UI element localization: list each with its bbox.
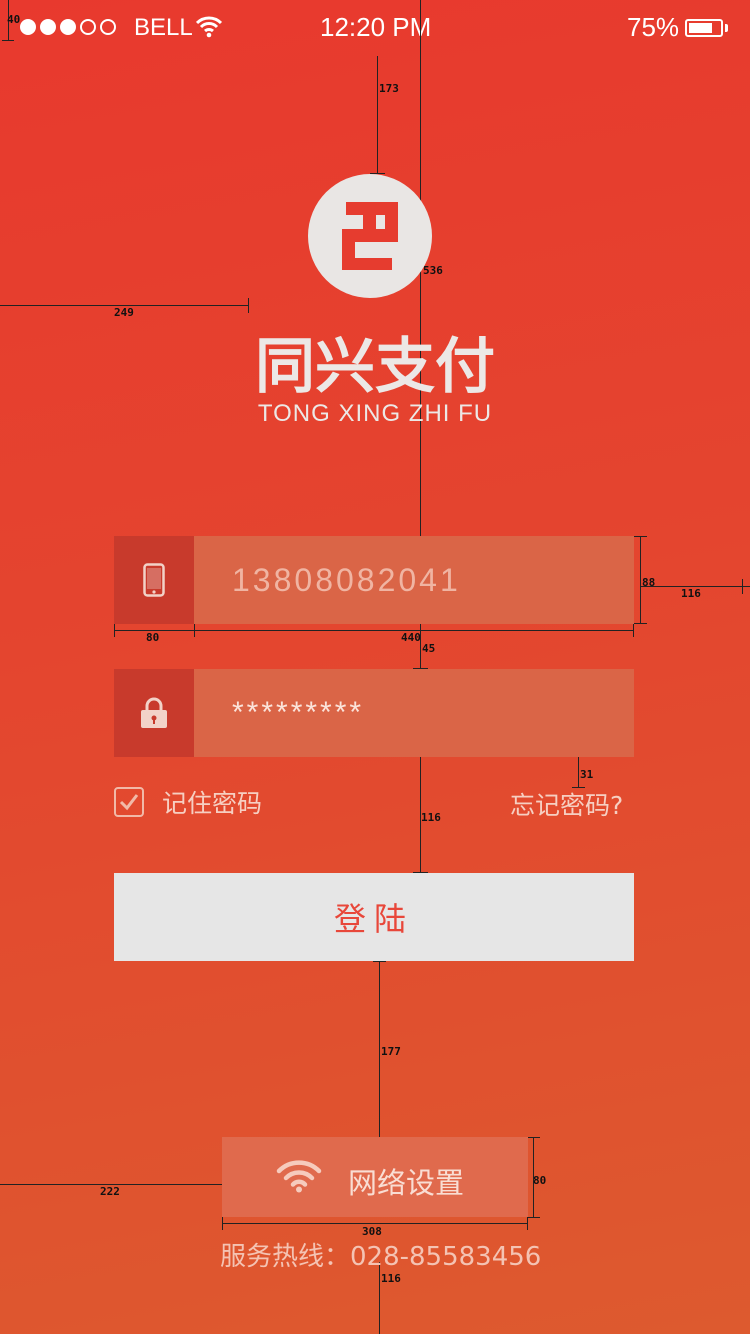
forgot-password-link[interactable]: 忘记密码? — [510, 786, 623, 822]
measure-label: 80 — [533, 1174, 547, 1187]
measure-line — [222, 1223, 528, 1224]
measure-label: 45 — [422, 642, 436, 655]
measure-label: 249 — [114, 306, 134, 319]
measure-line — [114, 630, 634, 631]
measure-line — [527, 1217, 528, 1230]
signal-dot — [80, 19, 96, 35]
signal-strength-indicator — [20, 19, 116, 35]
login-button[interactable]: 登陆 — [114, 873, 634, 961]
battery-fill — [689, 23, 712, 33]
lock-icon — [114, 669, 194, 757]
brand-name-en: TONG XING ZHI FU — [257, 400, 493, 427]
service-hotline: 服务热线：028-85583456 — [220, 1242, 542, 1272]
measure-line — [114, 624, 115, 637]
password-input[interactable] — [232, 669, 622, 757]
measure-label: 116 — [421, 811, 441, 824]
battery-cap — [725, 24, 728, 32]
measure-line — [640, 536, 641, 624]
battery-percentage: 75% — [627, 12, 680, 42]
wifi-icon — [276, 1159, 322, 1197]
phone-field[interactable] — [114, 536, 634, 624]
measure-line — [377, 56, 378, 173]
measure-label: 88 — [642, 576, 656, 589]
remember-checkbox[interactable] — [114, 787, 144, 817]
phone-icon — [114, 536, 194, 624]
wifi-icon — [195, 16, 223, 42]
remember-password-label[interactable]: 记住密码 — [162, 784, 262, 820]
signal-dot — [20, 19, 36, 35]
status-time: 12:20 PM — [320, 12, 432, 42]
measure-line — [248, 298, 249, 313]
brand-name-cn: 同兴支付 — [255, 332, 495, 402]
network-settings-label: 网络设置 — [348, 1166, 465, 1200]
measure-label: 222 — [100, 1185, 120, 1198]
measure-label: 173 — [379, 82, 399, 95]
signal-dot — [100, 19, 116, 35]
measure-line — [578, 757, 579, 788]
brand-logo — [308, 174, 432, 298]
measure-line — [379, 961, 380, 1137]
measure-line — [194, 624, 195, 637]
measure-line — [222, 1217, 223, 1230]
password-field[interactable] — [114, 669, 634, 757]
measure-label: 31 — [580, 768, 594, 781]
measure-line — [420, 624, 421, 669]
measure-line — [742, 579, 743, 594]
measure-label: 440 — [401, 631, 421, 644]
measure-line — [634, 623, 647, 624]
measure-label: 40 — [7, 13, 21, 26]
network-settings-button[interactable]: 网络设置 — [222, 1137, 528, 1217]
signal-dot — [40, 19, 56, 35]
measure-line — [373, 961, 386, 962]
check-icon — [119, 794, 139, 811]
carrier-name: BELL — [134, 14, 193, 41]
measure-label: 116 — [381, 1272, 401, 1285]
remember-password-toggle[interactable]: 记住密码 — [114, 784, 262, 820]
measure-line — [527, 1217, 540, 1218]
measure-line — [2, 40, 14, 41]
signal-dot — [60, 19, 76, 35]
measure-label: 177 — [381, 1045, 401, 1058]
status-bar: BELL 12:20 PM 75% — [0, 0, 750, 56]
phone-input[interactable] — [232, 536, 622, 624]
measure-line — [527, 1137, 540, 1138]
measure-label: 116 — [681, 587, 701, 600]
measure-label: 80 — [146, 631, 160, 644]
measure-line — [634, 536, 647, 537]
measure-line — [633, 624, 634, 637]
battery-icon — [685, 19, 723, 37]
